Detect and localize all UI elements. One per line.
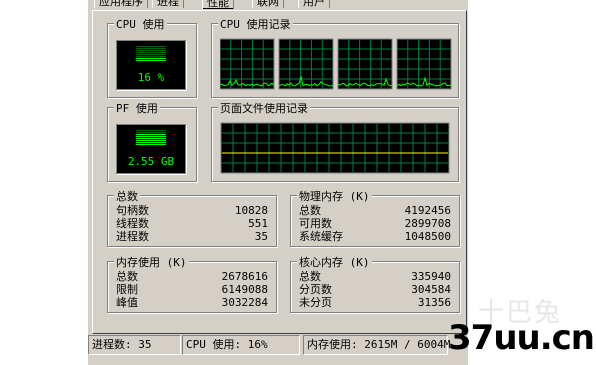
- kernel-memory-group: 核心内存 (K) 总数 335940 分页数 304584 未分页 31356: [290, 254, 460, 313]
- cpu-history-group: CPU 使用记录: [211, 16, 459, 98]
- cpu-usage-title: CPU 使用: [114, 16, 167, 32]
- pf-history-group: 页面文件使用记录: [211, 100, 459, 182]
- tab-processes[interactable]: 进程: [152, 0, 184, 8]
- tab-users[interactable]: 用户: [298, 0, 330, 8]
- physical-row-available: 可用数 2899708: [299, 217, 451, 230]
- tab-performance[interactable]: 性能: [202, 0, 234, 9]
- watermark-logo: 37uu.cn: [448, 318, 595, 358]
- status-processes: 进程数: 35: [88, 335, 181, 355]
- commit-title: 内存使用 (K): [114, 254, 189, 270]
- cpu-meter-bars: [136, 46, 166, 62]
- commit-group: 内存使用 (K) 总数 2678616 限制 6149088 峰值 3032284: [107, 254, 277, 313]
- tab-strip: 应用程序 进程 性能 联网 用户: [88, 0, 468, 10]
- pf-usage-title: PF 使用: [114, 100, 160, 116]
- cpu-usage-value: 16 %: [137, 71, 165, 84]
- cpu-history-graphs: [220, 38, 452, 90]
- pf-usage-value: 2.55 GB: [127, 155, 175, 168]
- pf-meter-bars: [136, 130, 166, 146]
- physical-row-cache: 系统缓存 1048500: [299, 230, 451, 243]
- kernel-row-nonpaged: 未分页 31356: [299, 296, 451, 309]
- pf-usage-meter: 2.55 GB: [116, 124, 186, 174]
- commit-row-total: 总数 2678616: [116, 270, 268, 283]
- cpu-usage-meter: 16 %: [116, 40, 186, 90]
- cpu-core-graph: [278, 38, 334, 90]
- status-memory: 内存使用: 2615M / 6004M: [303, 335, 450, 355]
- totals-row-processes: 进程数 35: [116, 230, 268, 243]
- kernel-row-paged: 分页数 304584: [299, 283, 451, 296]
- physical-memory-title: 物理内存 (K): [297, 188, 372, 204]
- physical-memory-group: 物理内存 (K) 总数 4192456 可用数 2899708 系统缓存 104850…: [290, 188, 460, 247]
- tab-applications[interactable]: 应用程序: [94, 0, 148, 8]
- kernel-row-total: 总数 335940: [299, 270, 451, 283]
- pf-history-graph: [220, 122, 450, 174]
- totals-title: 总数: [114, 188, 140, 204]
- tab-networking[interactable]: 联网: [252, 0, 284, 8]
- kernel-memory-title: 核心内存 (K): [297, 254, 372, 270]
- totals-group: 总数 句柄数 10828 线程数 551 进程数 35: [107, 188, 277, 247]
- totals-row-handles: 句柄数 10828: [116, 204, 268, 217]
- commit-row-peak: 峰值 3032284: [116, 296, 268, 309]
- cpu-usage-group: CPU 使用 16 %: [107, 16, 197, 98]
- cpu-core-graph: [396, 38, 452, 90]
- cpu-core-graph: [220, 38, 275, 90]
- totals-row-threads: 线程数 551: [116, 217, 268, 230]
- cpu-history-title: CPU 使用记录: [218, 16, 293, 32]
- pf-history-title: 页面文件使用记录: [218, 100, 310, 116]
- status-cpu: CPU 使用: 16%: [182, 335, 300, 355]
- physical-row-total: 总数 4192456: [299, 204, 451, 217]
- pf-usage-group: PF 使用 2.55 GB: [107, 100, 197, 182]
- cpu-core-graph: [337, 38, 393, 90]
- commit-row-limit: 限制 6149088: [116, 283, 268, 296]
